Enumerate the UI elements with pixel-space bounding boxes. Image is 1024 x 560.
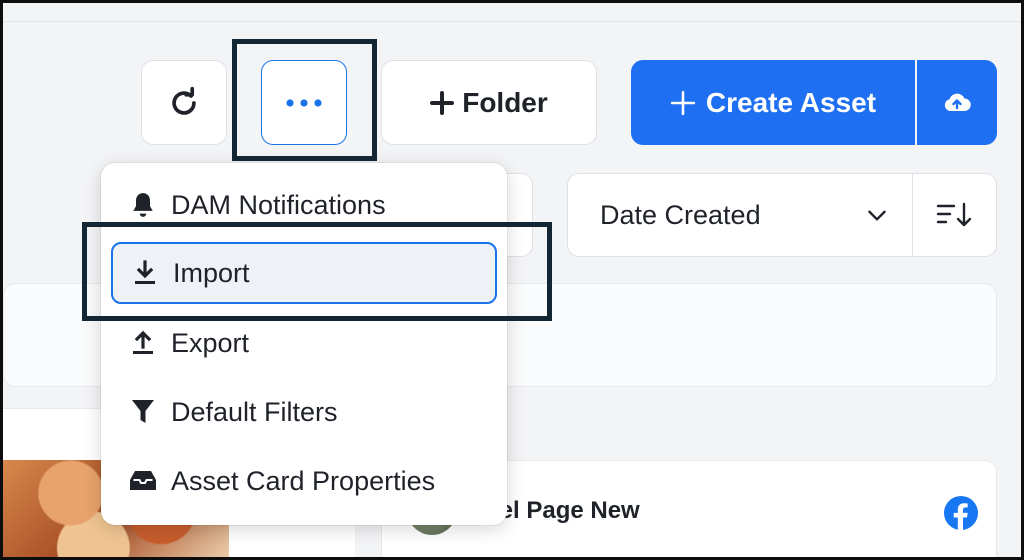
- top-strip: [3, 3, 1021, 22]
- chevron-down-icon: [868, 210, 886, 221]
- create-asset-button[interactable]: Create Asset: [631, 60, 915, 145]
- menu-item-dam-notifications[interactable]: DAM Notifications: [111, 174, 497, 236]
- more-options-menu: DAM Notifications Import Export Default …: [101, 163, 507, 525]
- refresh-icon: [172, 86, 196, 115]
- download-icon: [135, 260, 155, 284]
- more-horizontal-icon: [286, 98, 322, 107]
- sort-by-select[interactable]: Date Created: [567, 173, 913, 257]
- bell-icon: [133, 193, 153, 217]
- menu-item-label: Import: [173, 257, 250, 288]
- app-frame: Folder Create Asset Date Created gel Pag…: [0, 0, 1024, 560]
- inbox-icon: [130, 471, 156, 490]
- menu-item-export[interactable]: Export: [111, 312, 497, 374]
- more-options-button[interactable]: [261, 60, 347, 145]
- sort-descending-icon: [936, 202, 971, 227]
- menu-item-label: Default Filters: [171, 396, 338, 427]
- filter-icon: [132, 400, 154, 423]
- upload-icon: [133, 330, 153, 354]
- add-folder-label: Folder: [462, 86, 548, 118]
- menu-item-label: Asset Card Properties: [171, 465, 436, 496]
- menu-item-label: DAM Notifications: [171, 189, 386, 220]
- cloud-upload-icon: [944, 93, 971, 111]
- sort-direction-button[interactable]: [912, 173, 997, 257]
- create-asset-label: Create Asset: [705, 86, 877, 118]
- menu-item-import[interactable]: Import: [111, 242, 497, 304]
- menu-item-default-filters[interactable]: Default Filters: [111, 381, 497, 443]
- upload-asset-button[interactable]: [917, 60, 997, 145]
- sort-by-value: Date Created: [600, 199, 761, 230]
- facebook-icon: [944, 496, 978, 530]
- menu-item-asset-card-properties[interactable]: Asset Card Properties: [111, 450, 497, 512]
- asset-card-title: gel Page New: [485, 497, 640, 524]
- plus-icon: [430, 90, 455, 115]
- add-folder-button[interactable]: Folder: [381, 60, 597, 145]
- refresh-button[interactable]: [141, 60, 227, 145]
- plus-icon: [670, 90, 696, 115]
- menu-item-label: Export: [171, 327, 250, 358]
